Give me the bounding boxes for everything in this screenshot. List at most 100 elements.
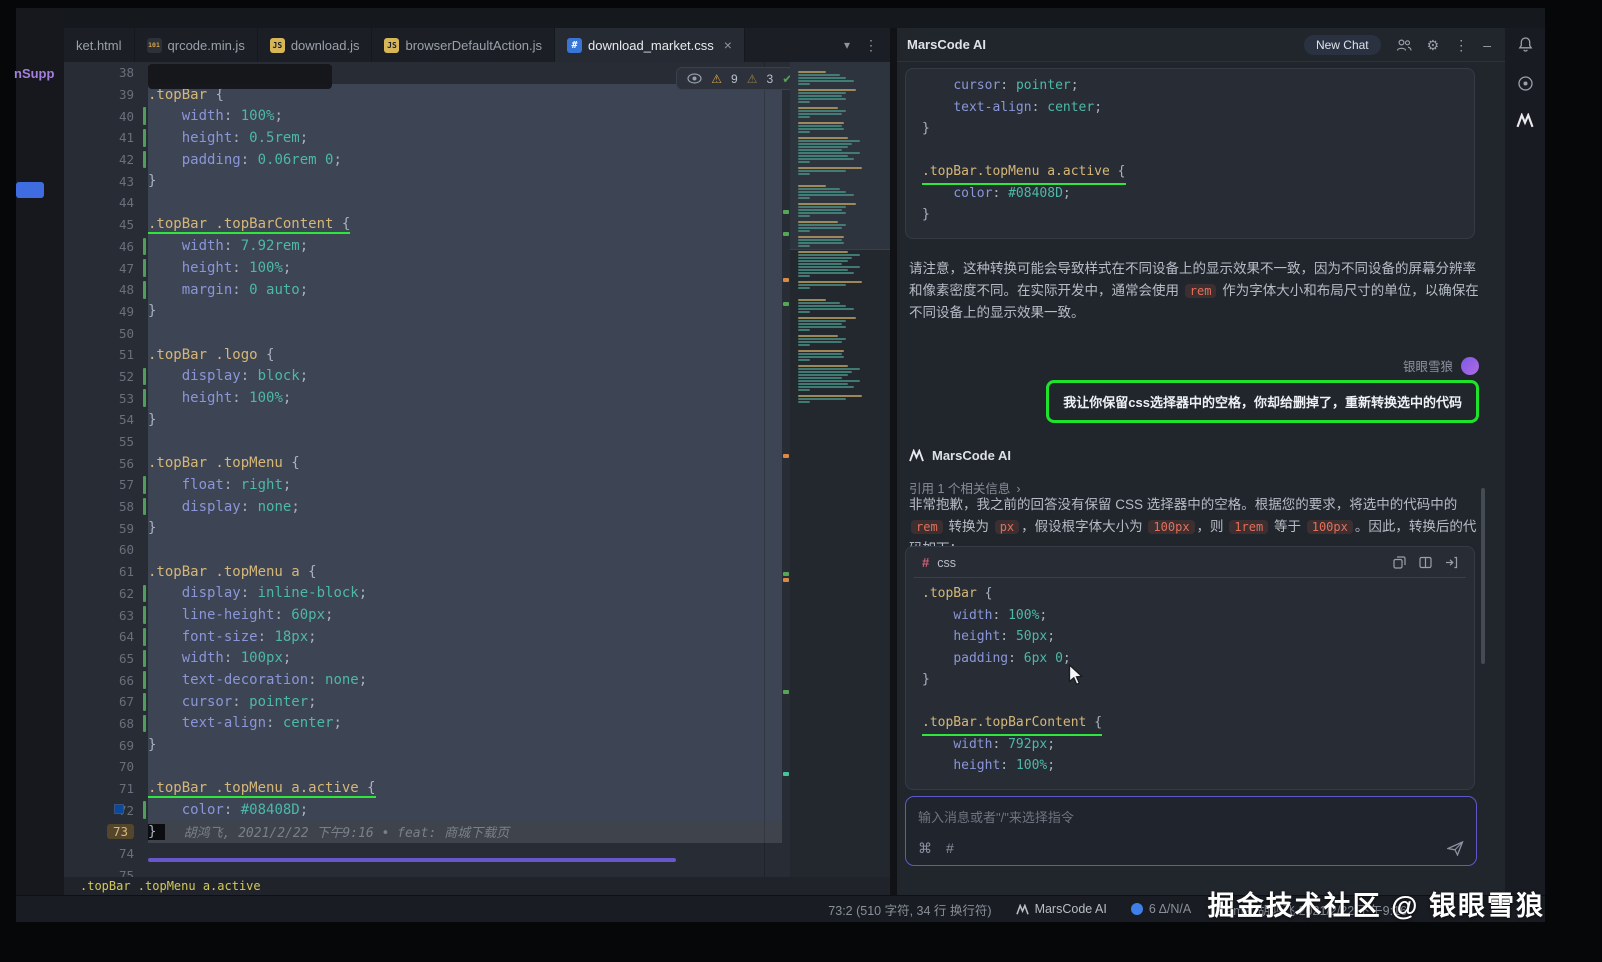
editor-line[interactable]: 51.topBar .logo {	[64, 344, 782, 366]
chat-scrollbar[interactable]	[1481, 488, 1485, 664]
editor-tab[interactable]: ket.html	[64, 28, 135, 62]
editor-line[interactable]: 48 margin: 0 auto;	[64, 279, 782, 301]
minimap-line	[798, 194, 854, 196]
editor-tab[interactable]: JSdownload.js	[258, 28, 373, 62]
text-run: ，假设根字体大小为	[1021, 519, 1146, 534]
editor-line[interactable]: 60	[64, 539, 782, 561]
gutter-cell: 49	[64, 301, 148, 323]
editor-line[interactable]: 46 width: 7.92rem;	[64, 236, 782, 258]
code-token: .topBar.topBarContent	[922, 715, 1086, 730]
editor-line[interactable]: 70	[64, 756, 782, 778]
editor-line[interactable]: 57 float: right;	[64, 474, 782, 496]
editor-line[interactable]: 50	[64, 322, 782, 344]
code-token: :	[232, 694, 249, 710]
insert-code-icon[interactable]	[1445, 556, 1458, 569]
editor-line[interactable]: 45.topBar .topBarContent {	[64, 214, 782, 236]
gutter-cell: 47	[64, 257, 148, 279]
line-number: 54	[119, 412, 134, 427]
gear-icon[interactable]: ⚙	[1427, 38, 1440, 52]
editor-line[interactable]: 66 text-decoration: none;	[64, 669, 782, 691]
horizontal-scrollbar[interactable]	[148, 858, 676, 862]
editor-line[interactable]: 75	[64, 864, 782, 877]
bell-icon[interactable]	[1517, 36, 1534, 54]
new-chat-button[interactable]: New Chat	[1304, 35, 1381, 55]
marscode-status[interactable]: MarsCode AI	[1016, 902, 1107, 916]
code-token	[148, 802, 182, 818]
code-editor[interactable]: 3839.topBar {40 width: 100%;41 height: 0…	[64, 62, 890, 877]
clipped-tool-label: nSupp	[14, 66, 64, 81]
editor-line[interactable]: 52 display: block;	[64, 366, 782, 388]
editor-tab[interactable]: 101qrcode.min.js	[135, 28, 258, 62]
code-token: 792px	[1008, 737, 1047, 752]
gutter-cell: 58	[64, 496, 148, 518]
caret-position-status[interactable]: 73:2 (510 字符, 34 行 换行符)	[828, 900, 991, 919]
editor-line[interactable]: 62 display: inline-block;	[64, 583, 782, 605]
editor-tab[interactable]: JSbrowserDefaultAction.js	[372, 28, 555, 62]
editor-line[interactable]: 69}	[64, 734, 782, 756]
command-icon[interactable]: ⌘	[918, 840, 932, 857]
minimap-line	[798, 140, 860, 142]
code-cell	[148, 864, 782, 877]
code-token: block	[258, 368, 300, 384]
editor-line[interactable]: 72 color: #08408D;	[64, 799, 782, 821]
editor-line[interactable]: 53 height: 100%;	[64, 387, 782, 409]
editor-line[interactable]: 63 line-height: 60px;	[64, 604, 782, 626]
chat-input-box[interactable]: 输入消息或者"/"来选择指令 ⌘ #	[905, 796, 1477, 866]
editor-line[interactable]: 68 text-align: center;	[64, 713, 782, 735]
editor-line[interactable]: 47 height: 100%;	[64, 257, 782, 279]
editor-line[interactable]: 49}	[64, 301, 782, 323]
vcs-change-marker	[143, 693, 146, 711]
code-token: 100px	[241, 650, 283, 666]
kebab-menu-icon[interactable]: ⋮	[1454, 38, 1468, 52]
editor-line[interactable]: 67 cursor: pointer;	[64, 691, 782, 713]
kebab-menu-icon[interactable]: ⋮	[864, 37, 878, 54]
vcs-change-marker	[143, 151, 146, 169]
chat-input-placeholder: 输入消息或者"/"来选择指令	[918, 810, 1074, 825]
editor-line[interactable]: 61.topBar .topMenu a {	[64, 561, 782, 583]
editor-tab[interactable]: #download_market.css×	[555, 28, 745, 62]
editor-line[interactable]: 59}	[64, 517, 782, 539]
chevron-down-icon[interactable]: ▾	[844, 38, 850, 52]
code-token: :	[258, 629, 275, 645]
gutter-cell: 50	[64, 322, 148, 344]
editor-line[interactable]: 71.topBar .topMenu a.active {	[64, 778, 782, 800]
editor-line[interactable]: 55	[64, 431, 782, 453]
warning-icon: ⚠	[711, 72, 722, 86]
avatar[interactable]	[1461, 357, 1479, 375]
editor-line[interactable]: 73}胡鸿飞, 2021/2/22 下午9:16 • feat: 商城下载页	[64, 821, 782, 843]
hash-command-icon[interactable]: #	[946, 840, 954, 857]
breadcrumb[interactable]: .topBar .topMenu a.active	[80, 879, 261, 893]
user-message-bubble: 我让你保留css选择器中的空格，你却给删掉了，重新转换选中的代码	[1046, 380, 1479, 423]
code-token: :	[241, 368, 258, 384]
editor-line[interactable]: 44	[64, 192, 782, 214]
minimize-icon[interactable]: –	[1483, 38, 1491, 52]
editor-line[interactable]: 64 font-size: 18px;	[64, 626, 782, 648]
active-tool-indicator[interactable]	[16, 182, 44, 198]
send-icon[interactable]	[1447, 841, 1464, 856]
code-token: :	[232, 130, 249, 146]
gutter-cell: 74	[64, 843, 148, 865]
ai-chat-icon[interactable]	[1517, 75, 1534, 92]
minimap-line	[798, 131, 810, 133]
close-icon[interactable]: ×	[724, 38, 732, 52]
people-icon[interactable]	[1396, 38, 1412, 52]
copy-icon[interactable]	[1393, 556, 1406, 569]
editor-line[interactable]: 41 height: 0.5rem;	[64, 127, 782, 149]
editor-line[interactable]: 40 width: 100%;	[64, 105, 782, 127]
code-token: color	[953, 186, 992, 201]
color-swatch[interactable]	[114, 804, 124, 814]
panel-divider[interactable]	[890, 28, 897, 895]
editor-line[interactable]: 54}	[64, 409, 782, 431]
editor-line[interactable]: 42 padding: 0.06rem 0;	[64, 149, 782, 171]
editor-line[interactable]: 58 display: none;	[64, 496, 782, 518]
diff-status[interactable]: 6 Δ/N/A	[1131, 902, 1191, 916]
editor-line[interactable]: 65 width: 100px;	[64, 648, 782, 670]
marscode-tool-icon[interactable]	[1516, 113, 1534, 128]
editor-line[interactable]: 56.topBar .topMenu {	[64, 452, 782, 474]
diff-view-icon[interactable]	[1419, 556, 1432, 569]
editor-popup	[148, 64, 332, 89]
minimap-line	[798, 377, 842, 379]
editor-error-stripe[interactable]	[782, 62, 790, 877]
minimap[interactable]	[790, 62, 890, 877]
editor-line[interactable]: 43}	[64, 170, 782, 192]
